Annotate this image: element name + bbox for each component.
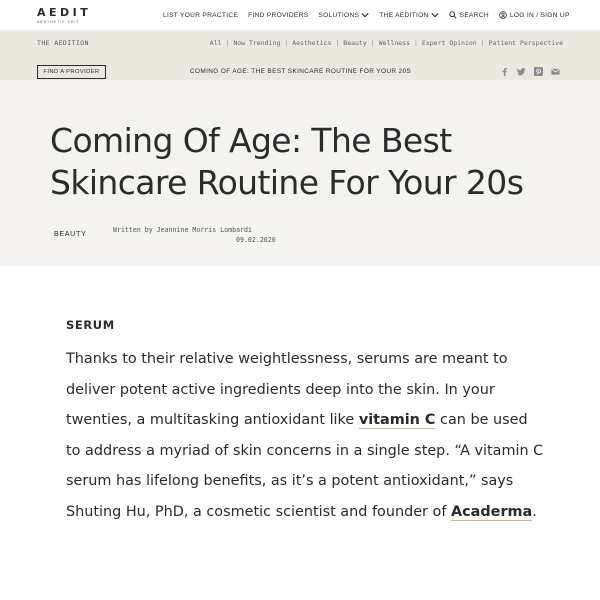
search-icon (448, 11, 457, 19)
category-link-now-trending[interactable]: Now Trending (233, 39, 280, 47)
brand-tagline: AESTHETIC EDIT (37, 20, 80, 24)
twitter-icon[interactable] (517, 67, 526, 76)
chevron-down-icon (361, 13, 369, 18)
find-a-provider-button[interactable]: FIND A PROVIDER (37, 65, 106, 79)
sticky-article-title: COMING OF AGE: THE BEST SKINCARE ROUTINE… (190, 68, 412, 75)
nav-list-your-practice[interactable]: LIST YOUR PRACTICE (163, 12, 238, 19)
article-paragraph: Thanks to their relative weightlessness,… (66, 344, 546, 528)
nav-label: LOG IN / SIGN UP (509, 11, 570, 19)
article-date: 09.02.2020 (236, 236, 276, 244)
pinterest-icon[interactable] (534, 67, 543, 76)
top-navigation: AEDIT AESTHETIC EDIT LIST YOUR PRACTICE … (0, 0, 600, 30)
category-link-expert-opinion[interactable]: Expert Opinion (422, 39, 477, 47)
category-separator: | (284, 39, 289, 47)
nav-label: THE AEDITION (379, 11, 429, 19)
nav-links: LIST YOUR PRACTICE FIND PROVIDERS SOLUTI… (163, 11, 580, 19)
category-filter: All | Now Trending | Aesthetics | Beauty… (210, 39, 563, 47)
article-category[interactable]: BEAUTY (54, 229, 86, 238)
nav-label: SOLUTIONS (318, 11, 360, 19)
category-link-aesthetics[interactable]: Aesthetics (292, 39, 331, 47)
nav-find-providers[interactable]: FIND PROVIDERS (248, 12, 308, 19)
nav-label: SEARCH (459, 11, 489, 19)
facebook-icon[interactable] (500, 67, 509, 76)
nav-search[interactable]: SEARCH (448, 11, 489, 19)
nav-label: LIST YOUR PRACTICE (163, 11, 239, 19)
edition-title[interactable]: THE AEDITION (37, 39, 89, 47)
category-separator: | (370, 39, 375, 47)
category-link-all[interactable]: All (210, 39, 222, 47)
nav-login-signup[interactable]: LOG IN / SIGN UP (499, 11, 570, 19)
category-separator: | (414, 39, 418, 47)
article-hero: Coming Of Age: The Best Skincare Routine… (0, 80, 600, 266)
edition-bar: THE AEDITION All | Now Trending | Aesthe… (0, 30, 600, 80)
brand-logo[interactable]: AEDIT AESTHETIC EDIT (37, 7, 97, 24)
category-separator: | (335, 39, 340, 47)
user-icon (499, 11, 507, 19)
vitamin-c-link[interactable]: vitamin C (358, 412, 436, 430)
category-separator: | (225, 39, 230, 47)
category-separator: | (480, 39, 485, 47)
article-byline: Written by Jeannine Morris Lombardi (113, 226, 252, 234)
nav-solutions-dropdown[interactable]: SOLUTIONS (318, 12, 369, 19)
category-link-wellness[interactable]: Wellness (379, 39, 410, 47)
chevron-down-icon (431, 13, 439, 18)
nav-label: FIND PROVIDERS (248, 11, 309, 19)
nav-the-aedition-dropdown[interactable]: THE AEDITION (379, 11, 439, 19)
paragraph-text: . (532, 503, 537, 520)
acaderma-link[interactable]: Acaderma (451, 503, 533, 521)
article-headline: Coming Of Age: The Best Skincare Routine… (50, 121, 524, 202)
email-icon[interactable] (551, 67, 560, 76)
category-link-beauty[interactable]: Beauty (343, 39, 366, 47)
share-icons (492, 67, 560, 76)
brand-name: AEDIT (37, 6, 92, 19)
section-heading: SERUM (66, 318, 115, 332)
category-link-patient-perspective[interactable]: Patient Perspective (489, 39, 563, 47)
